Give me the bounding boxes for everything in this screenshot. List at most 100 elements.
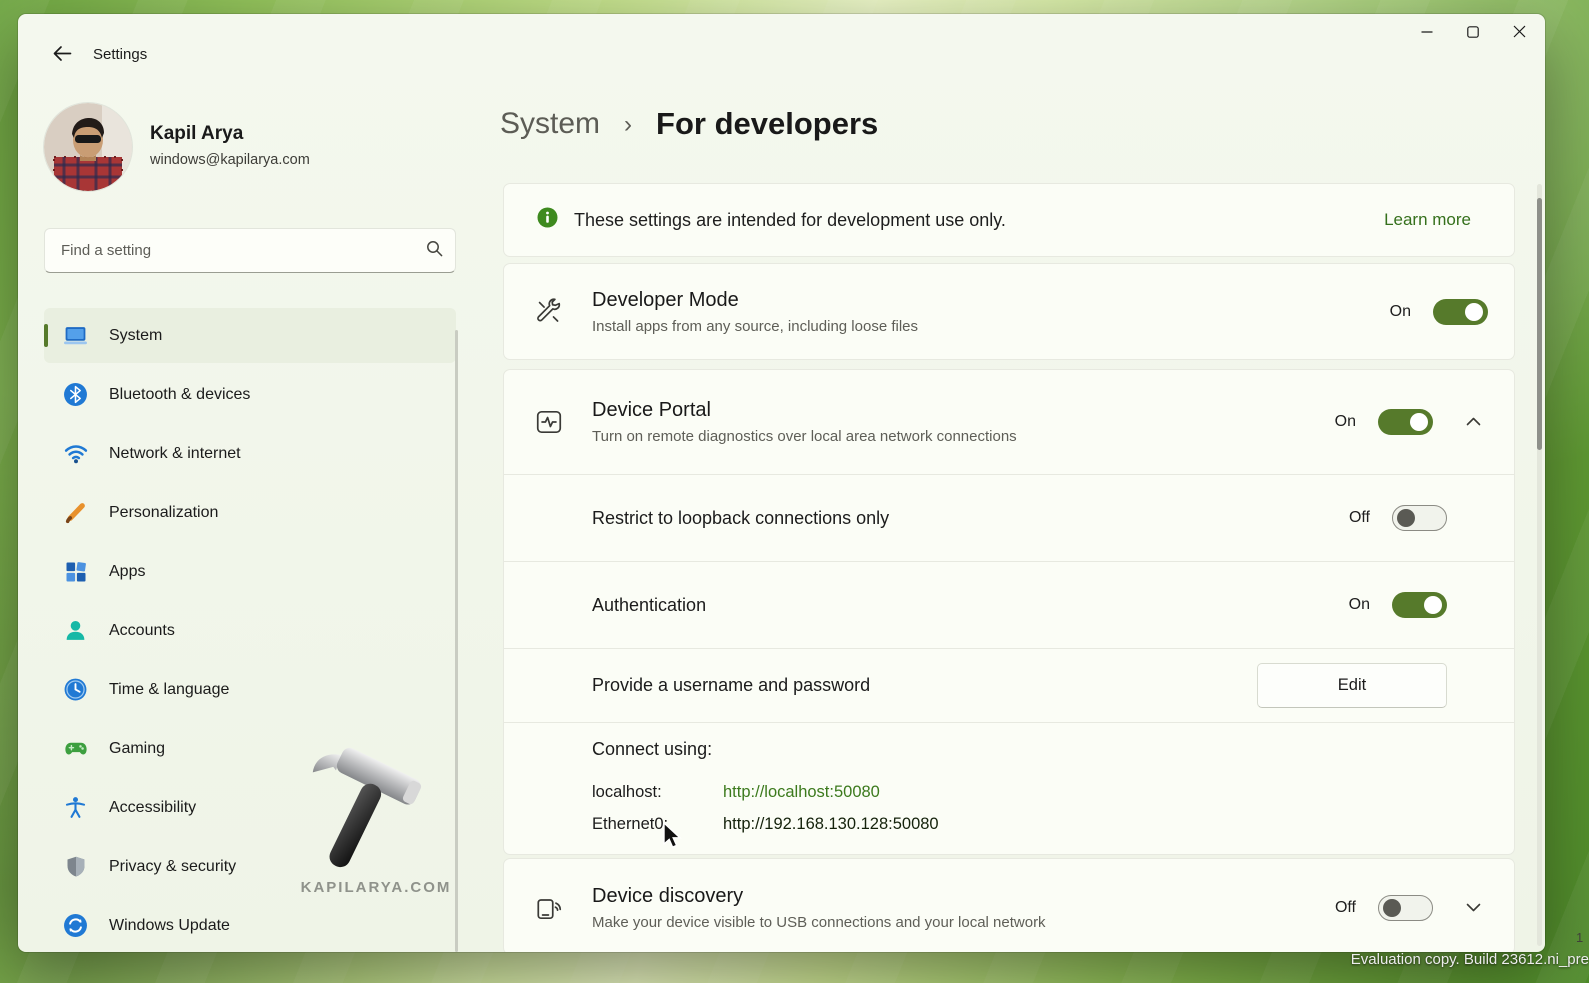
- caption-buttons: [1404, 14, 1542, 54]
- connect-row-ethernet0: Ethernet0: http://192.168.130.128:50080: [592, 815, 939, 834]
- window-title: Settings: [93, 46, 147, 63]
- page-title: For developers: [656, 106, 878, 142]
- device-discovery-title: Device discovery: [592, 885, 1335, 908]
- device-portal-state: On: [1335, 413, 1356, 431]
- sidebar-item-windows-update[interactable]: Windows Update: [44, 898, 456, 952]
- device-portal-toggle[interactable]: [1378, 409, 1433, 435]
- toggle-knob: [1410, 413, 1428, 431]
- device-portal-header[interactable]: Device Portal Turn on remote diagnostics…: [504, 370, 1514, 474]
- toggle-knob: [1383, 899, 1401, 917]
- system-icon: [62, 322, 89, 349]
- authentication-title: Authentication: [592, 595, 1349, 616]
- sidebar-item-label: Accounts: [109, 622, 175, 640]
- hammer-watermark-icon: [301, 859, 451, 876]
- credentials-title: Provide a username and password: [592, 675, 1257, 696]
- search-icon: [426, 240, 443, 262]
- developer-mode-toggle[interactable]: [1433, 299, 1488, 325]
- developer-mode-description: Install apps from any source, including …: [592, 318, 1390, 335]
- developer-mode-state: On: [1390, 303, 1411, 321]
- sidebar-item-system[interactable]: System: [44, 308, 456, 363]
- edit-button[interactable]: Edit: [1257, 663, 1447, 708]
- gaming-icon: [62, 735, 89, 762]
- maximize-icon: [1467, 25, 1479, 43]
- back-arrow-icon: [51, 42, 74, 70]
- dev-warning-banner: These settings are intended for developm…: [503, 183, 1515, 257]
- minimize-icon: [1421, 25, 1433, 43]
- windows-update-icon: [62, 912, 89, 939]
- device-discovery-card: Device discovery Make your device visibl…: [503, 858, 1515, 952]
- breadcrumb-system[interactable]: System: [500, 107, 600, 141]
- sidebar-item-personalization[interactable]: Personalization: [44, 485, 456, 540]
- sidebar-item-label: Accessibility: [109, 799, 196, 817]
- search-box[interactable]: [44, 228, 456, 273]
- stray-text: 1: [1576, 930, 1583, 945]
- device-discovery-icon: [534, 893, 564, 923]
- device-portal-icon: [534, 407, 564, 437]
- ethernet0-url-link[interactable]: http://192.168.130.128:50080: [723, 815, 939, 834]
- loopback-title: Restrict to loopback connections only: [592, 508, 1349, 529]
- authentication-state: On: [1349, 596, 1370, 614]
- authentication-toggle[interactable]: [1392, 592, 1447, 618]
- device-discovery-header[interactable]: Device discovery Make your device visibl…: [504, 859, 1514, 952]
- chevron-up-icon: [1466, 413, 1481, 431]
- device-portal-card: Device Portal Turn on remote diagnostics…: [503, 369, 1515, 855]
- device-portal-description: Turn on remote diagnostics over local ar…: [592, 428, 1335, 445]
- sidebar-item-label: Windows Update: [109, 917, 230, 935]
- user-name: Kapil Arya: [150, 123, 243, 145]
- close-icon: [1513, 25, 1526, 43]
- settings-window: Settings K: [18, 14, 1545, 952]
- developer-tools-icon: [534, 297, 564, 327]
- sidebar-item-label: Time & language: [109, 681, 229, 699]
- developer-mode-title: Developer Mode: [592, 289, 1390, 312]
- user-email: windows@kapilarya.com: [150, 152, 310, 168]
- connect-row-localhost: localhost: http://localhost:50080: [592, 783, 880, 802]
- expand-expander-button[interactable]: [1458, 893, 1488, 923]
- evaluation-copy-text: Evaluation copy. Build 23612.ni_pre: [1351, 951, 1589, 968]
- learn-more-link[interactable]: Learn more: [1384, 210, 1471, 230]
- sidebar-item-network-internet[interactable]: Network & internet: [44, 426, 456, 481]
- personalization-icon: [62, 499, 89, 526]
- maximize-button[interactable]: [1450, 14, 1496, 54]
- collapse-expander-button[interactable]: [1458, 407, 1488, 437]
- chevron-down-icon: [1466, 899, 1481, 917]
- close-button[interactable]: [1496, 14, 1542, 54]
- loopback-state: Off: [1349, 509, 1370, 527]
- sidebar-item-label: Gaming: [109, 740, 165, 758]
- connect-label: Ethernet0:: [592, 815, 723, 834]
- connect-using-title: Connect using:: [592, 739, 712, 760]
- minimize-button[interactable]: [1404, 14, 1450, 54]
- bluetooth-icon: [62, 381, 89, 408]
- sidebar-item-label: Privacy & security: [109, 858, 236, 876]
- network-icon: [62, 440, 89, 467]
- sidebar-item-bluetooth-devices[interactable]: Bluetooth & devices: [44, 367, 456, 422]
- sidebar-item-time-language[interactable]: Time & language: [44, 662, 456, 717]
- connect-label: localhost:: [592, 783, 723, 802]
- credentials-row: Provide a username and password Edit: [504, 648, 1514, 722]
- localhost-url-link[interactable]: http://localhost:50080: [723, 783, 880, 802]
- banner-text: These settings are intended for developm…: [574, 210, 1384, 231]
- watermark-text: KAPILARYA.COM: [290, 879, 462, 896]
- sidebar-item-apps[interactable]: Apps: [44, 544, 456, 599]
- loopback-row: Restrict to loopback connections only Of…: [504, 474, 1514, 561]
- watermark: KAPILARYA.COM: [290, 740, 462, 896]
- content-scrollbar-thumb[interactable]: [1537, 198, 1542, 450]
- accessibility-icon: [62, 794, 89, 821]
- search-input[interactable]: [61, 242, 426, 259]
- toggle-knob: [1465, 303, 1483, 321]
- breadcrumb: System › For developers: [500, 106, 878, 142]
- loopback-toggle[interactable]: [1392, 505, 1447, 531]
- sidebar-item-label: System: [109, 327, 162, 345]
- sidebar-item-accounts[interactable]: Accounts: [44, 603, 456, 658]
- apps-icon: [62, 558, 89, 585]
- device-discovery-description: Make your device visible to USB connecti…: [592, 914, 1335, 931]
- shield-icon: [62, 853, 89, 880]
- device-discovery-state: Off: [1335, 899, 1356, 917]
- sidebar-item-label: Apps: [109, 563, 145, 581]
- sidebar-item-label: Network & internet: [109, 445, 241, 463]
- sidebar-item-label: Bluetooth & devices: [109, 386, 250, 404]
- avatar[interactable]: [44, 103, 132, 191]
- toggle-knob: [1397, 509, 1415, 527]
- device-discovery-toggle[interactable]: [1378, 895, 1433, 921]
- selected-indicator: [44, 324, 48, 347]
- back-button[interactable]: [46, 43, 78, 69]
